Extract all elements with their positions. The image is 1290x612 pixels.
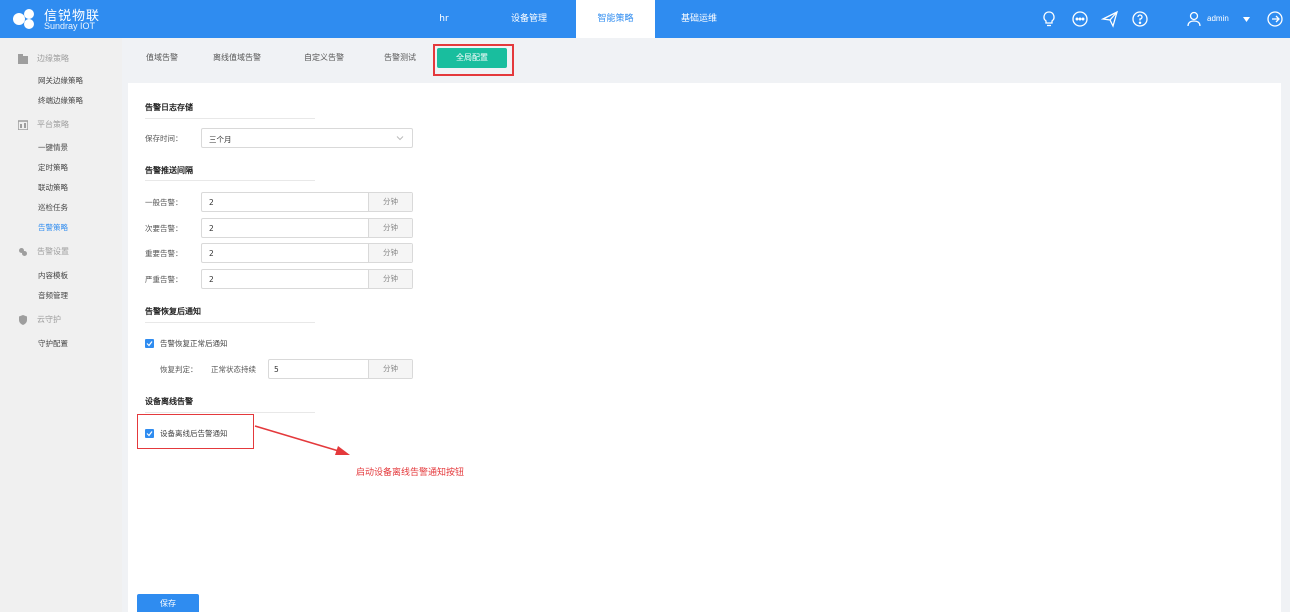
tab-bar: 值域告警 离线值域告警 自定义告警 告警测试 全局配置 (128, 44, 1281, 76)
interval-unit: 分钟 (368, 193, 412, 211)
sidebar-group-label: 平台策略 (37, 120, 69, 129)
tab-offline-value-alarm[interactable]: 离线值域告警 (213, 52, 261, 63)
sidebar-item-content-template[interactable]: 内容模板 (38, 270, 68, 282)
alarm-settings-icon (19, 247, 27, 256)
annotation-text: 启动设备离线告警通知按钮 (356, 468, 465, 478)
interval-label-major: 重要告警： (145, 249, 183, 258)
recovery-judge-text: 正常状态持续 (211, 365, 256, 374)
topnav-item-hr[interactable]: hr (425, 0, 463, 38)
sidebar: 边缘策略 网关边缘策略 终端边缘策略 平台策略 一键情景 定时策略 联动策略 巡… (0, 38, 122, 612)
sidebar-group-alarm-settings[interactable]: 告警设置 (18, 245, 69, 259)
interval-label-critical: 严重告警： (145, 275, 183, 284)
interval-unit: 分钟 (368, 244, 412, 262)
interval-label-minor: 次要告警： (145, 224, 183, 233)
recovery-duration-input[interactable]: 5 分钟 (268, 359, 413, 379)
bulb-icon[interactable] (1040, 10, 1058, 28)
logo-mark-icon (13, 9, 34, 29)
sidebar-item-terminal-edge[interactable]: 终端边缘策略 (38, 95, 83, 107)
sidebar-item-audio-management[interactable]: 音频管理 (38, 290, 68, 302)
content-panel: 告警日志存储 保存时间： 三个月 告警推送间隔 一般告警： 2 分钟 次要告警：… (128, 83, 1281, 612)
retention-select[interactable]: 三个月 (201, 128, 413, 148)
topnav-item-basic-ops[interactable]: 基础运维 (667, 0, 731, 38)
edge-icon (18, 53, 28, 64)
sidebar-group-edge[interactable]: 边缘策略 (18, 52, 69, 66)
tab-value-alarm[interactable]: 值域告警 (146, 52, 178, 63)
chat-icon[interactable] (1071, 10, 1089, 28)
recovery-duration-value: 5 (274, 365, 279, 374)
annotation-arrow-icon (254, 425, 350, 455)
recovery-duration-unit: 分钟 (368, 360, 412, 378)
interval-input-critical[interactable]: 2 分钟 (201, 269, 413, 289)
section-title-recovery: 告警恢复后通知 (145, 307, 201, 316)
sidebar-item-one-key-scene[interactable]: 一键情景 (38, 142, 68, 154)
sidebar-group-label: 边缘策略 (37, 54, 69, 63)
sidebar-group-label: 云守护 (37, 315, 61, 324)
retention-label: 保存时间： (145, 134, 183, 143)
current-user-name[interactable]: admin (1207, 0, 1229, 38)
section-title-push-interval: 告警推送间隔 (145, 166, 193, 175)
user-icon[interactable] (1185, 10, 1203, 28)
interval-value: 2 (209, 249, 214, 258)
sidebar-item-alarm-strategy[interactable]: 告警策略 (38, 222, 68, 234)
section-divider (145, 322, 315, 323)
send-icon[interactable] (1101, 10, 1119, 28)
recovery-judge-label: 恢复判定： (160, 365, 198, 374)
interval-value: 2 (209, 198, 214, 207)
tab-highlight-box (433, 44, 514, 76)
platform-icon (18, 119, 28, 130)
interval-unit: 分钟 (368, 219, 412, 237)
section-title-offline: 设备离线告警 (145, 397, 193, 406)
chevron-down-icon (396, 136, 404, 141)
tab-alarm-test[interactable]: 告警测试 (384, 52, 416, 63)
recovery-notify-label[interactable]: 告警恢复正常后通知 (160, 338, 228, 349)
sidebar-item-linkage-strategy[interactable]: 联动策略 (38, 182, 68, 194)
recovery-notify-checkbox[interactable] (145, 339, 154, 348)
shield-icon (19, 314, 27, 325)
section-title-log-storage: 告警日志存储 (145, 103, 193, 112)
sidebar-item-timed-strategy[interactable]: 定时策略 (38, 162, 68, 174)
section-divider (145, 118, 315, 119)
logout-icon[interactable] (1266, 10, 1284, 28)
sidebar-item-guard-config[interactable]: 守护配置 (38, 338, 68, 350)
section-divider (145, 180, 315, 181)
offline-checkbox-highlight-box (137, 414, 254, 449)
sidebar-group-cloud-guard[interactable]: 云守护 (18, 313, 61, 327)
interval-value: 2 (209, 275, 214, 284)
top-bar: 信锐物联 Sundray IOT hr 设备管理 智能策略 基础运维 admin (0, 0, 1290, 38)
interval-input-major[interactable]: 2 分钟 (201, 243, 413, 263)
topnav-item-smart-strategy[interactable]: 智能策略 (576, 0, 655, 38)
help-icon[interactable] (1131, 10, 1149, 28)
topnav-item-device-management[interactable]: 设备管理 (493, 0, 565, 38)
sidebar-item-inspection-task[interactable]: 巡检任务 (38, 202, 68, 214)
interval-input-minor[interactable]: 2 分钟 (201, 218, 413, 238)
interval-label-general: 一般告警： (145, 198, 183, 207)
tab-custom-alarm[interactable]: 自定义告警 (304, 52, 344, 63)
sidebar-group-label: 告警设置 (37, 247, 69, 256)
save-button[interactable]: 保存 (137, 594, 199, 612)
sidebar-group-platform[interactable]: 平台策略 (18, 118, 69, 132)
interval-input-general[interactable]: 2 分钟 (201, 192, 413, 212)
check-icon (146, 341, 153, 347)
brand-subtitle: Sundray IOT (44, 21, 96, 31)
interval-value: 2 (209, 224, 214, 233)
sidebar-item-gateway-edge[interactable]: 网关边缘策略 (38, 75, 83, 87)
retention-select-value: 三个月 (209, 135, 232, 144)
user-dropdown-icon[interactable] (1243, 17, 1250, 22)
interval-unit: 分钟 (368, 270, 412, 288)
section-divider (145, 412, 315, 413)
brand-logo[interactable]: 信锐物联 Sundray IOT (12, 4, 124, 34)
